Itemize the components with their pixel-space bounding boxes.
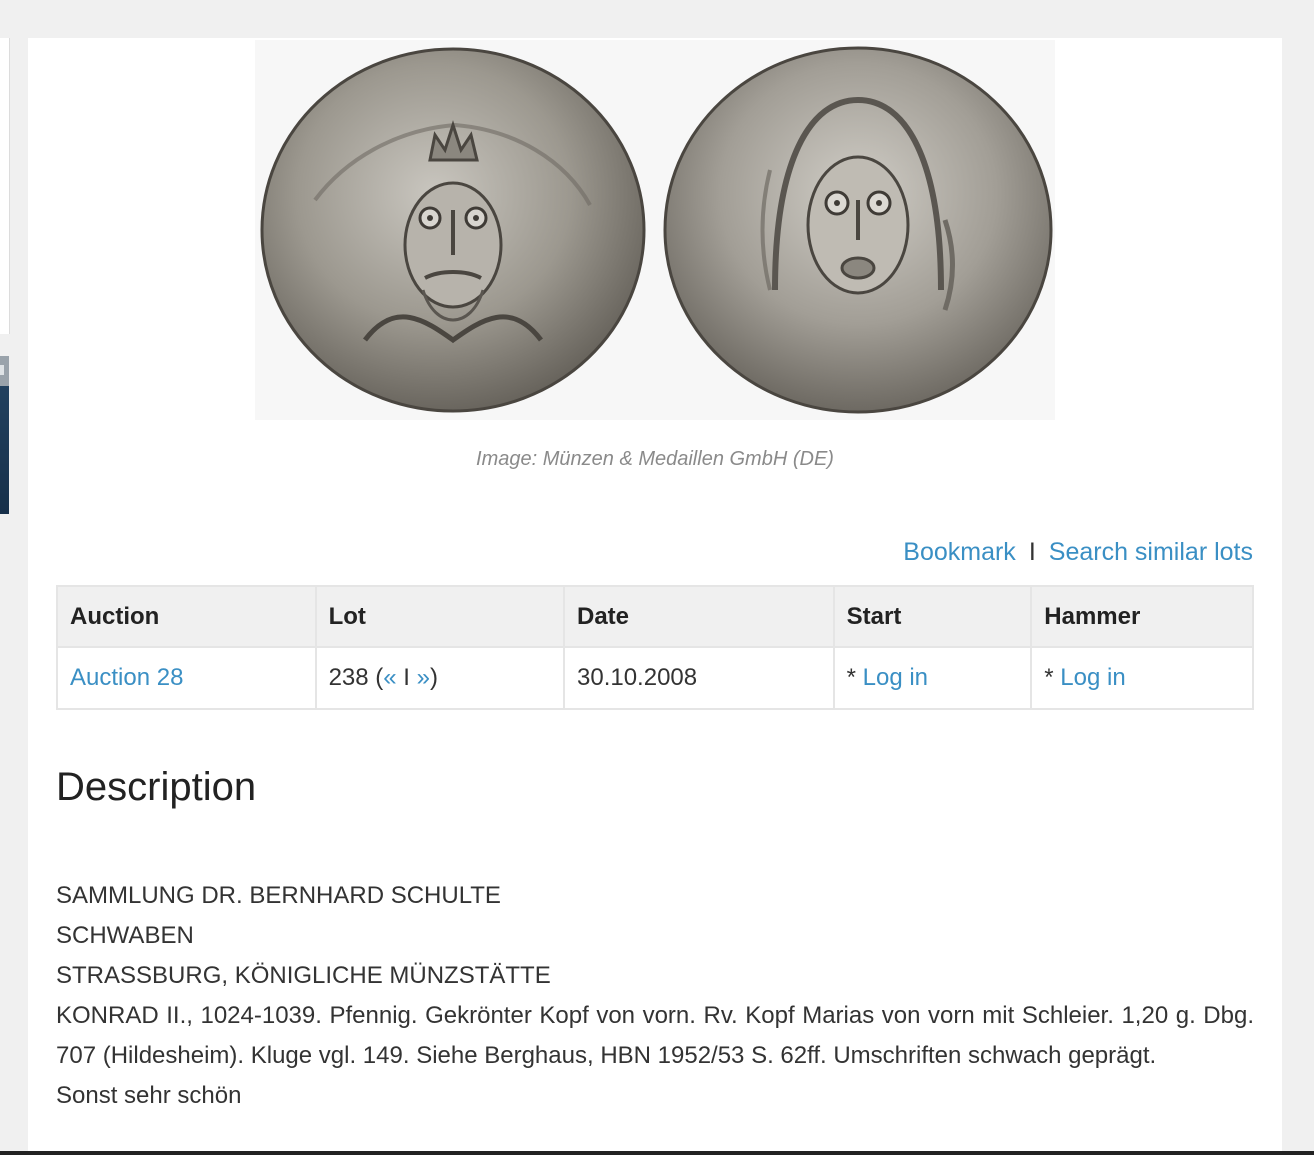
- search-similar-lots-link[interactable]: Search similar lots: [1049, 538, 1253, 566]
- coin-reverse: [663, 46, 1053, 414]
- lot-nav-close: ): [430, 664, 439, 691]
- bookmark-link[interactable]: Bookmark: [903, 538, 1016, 566]
- cell-hammer: * Log in: [1030, 646, 1254, 710]
- header-hammer: Hammer: [1030, 585, 1254, 648]
- lot-number: 238: [328, 664, 369, 691]
- next-lot-link[interactable]: »: [417, 664, 430, 691]
- image-caption: Image: Münzen & Medaillen GmbH (DE): [476, 448, 834, 470]
- auction-link[interactable]: Auction 28: [70, 664, 183, 691]
- side-tab-navy[interactable]: [0, 386, 9, 514]
- coin-image-svg: [260, 46, 1053, 414]
- previous-lot-link[interactable]: «: [383, 664, 396, 691]
- lot-info-table: Auction Lot Date Start Hammer Auction 28…: [56, 585, 1254, 710]
- description-line: SCHWABEN: [56, 922, 194, 949]
- description-line: STRASSBURG, KÖNIGLICHE MÜNZSTÄTTE: [56, 962, 551, 989]
- header-lot: Lot: [314, 585, 566, 648]
- start-login-link[interactable]: Log in: [863, 664, 928, 691]
- cell-date: 30.10.2008: [563, 646, 835, 710]
- lot-actions: Bookmark I Search similar lots: [903, 538, 1253, 567]
- lot-detail-panel: Image: Münzen & Medaillen GmbH (DE) Book…: [28, 38, 1282, 1155]
- side-tab-grey-icon: [0, 365, 4, 375]
- description-line: Sonst sehr schön: [56, 1082, 242, 1109]
- actions-separator: I: [1028, 538, 1036, 566]
- header-start: Start: [832, 585, 1033, 648]
- description-line: SAMMLUNG DR. BERNHARD SCHULTE: [56, 882, 501, 909]
- left-side-panel-edge: [0, 38, 10, 334]
- cell-auction: Auction 28: [56, 646, 317, 710]
- description-heading: Description: [56, 765, 257, 809]
- window-bottom-edge: [0, 1151, 1314, 1155]
- header-auction: Auction: [56, 585, 317, 648]
- lot-nav-open: (: [368, 664, 384, 691]
- table-header-row: Auction Lot Date Start Hammer: [56, 585, 1254, 648]
- hammer-asterisk: *: [1044, 664, 1061, 691]
- lot-nav-separator: I: [396, 664, 417, 691]
- header-date: Date: [563, 585, 835, 648]
- description-text: SAMMLUNG DR. BERNHARD SCHULTE SCHWABEN S…: [56, 876, 1254, 1116]
- hammer-login-link[interactable]: Log in: [1060, 664, 1125, 691]
- cell-lot: 238 (« I »): [314, 646, 566, 710]
- description-paragraph: KONRAD II., 1024-1039. Pfennig. Gekrönte…: [56, 1002, 1254, 1069]
- side-tab-grey[interactable]: [0, 356, 9, 386]
- table-row: Auction 28 238 (« I ») 30.10.2008 * Log …: [56, 646, 1254, 710]
- coin-obverse: [260, 47, 646, 413]
- start-asterisk: *: [846, 664, 863, 691]
- coin-image[interactable]: [255, 40, 1055, 420]
- cell-start: * Log in: [832, 646, 1033, 710]
